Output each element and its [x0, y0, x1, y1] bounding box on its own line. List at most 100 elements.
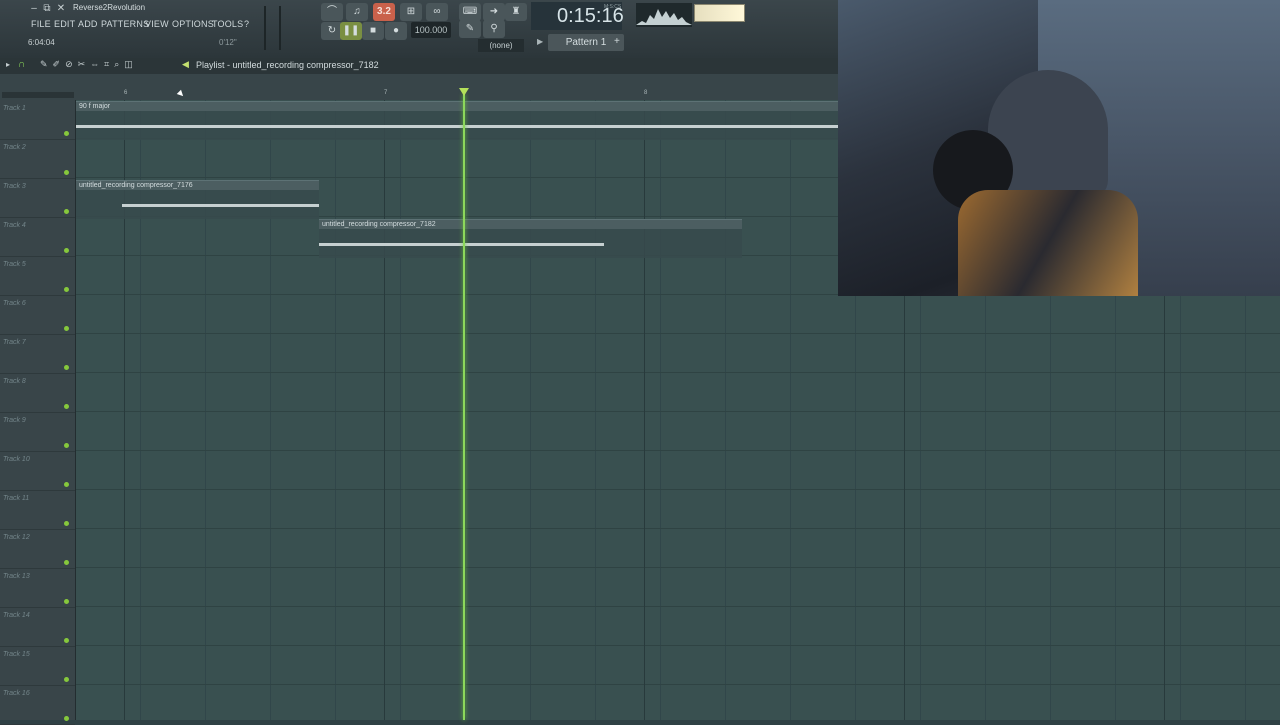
audio-clip[interactable]: 90 f major	[76, 101, 838, 140]
time-unit-label: M:S:CS	[604, 4, 622, 10]
track-mute-led[interactable]	[64, 404, 69, 409]
add-pattern-icon[interactable]: +	[614, 36, 620, 47]
track-mute-led[interactable]	[64, 716, 69, 721]
track-header[interactable]: Track 11	[0, 490, 75, 530]
menu-help[interactable]: ?	[244, 19, 249, 29]
track-header[interactable]: Track 15	[0, 646, 75, 686]
record-mode-button[interactable]: 3.2	[373, 3, 395, 21]
track-header[interactable]: Track 6	[0, 295, 75, 335]
track-mute-led[interactable]	[64, 521, 69, 526]
ruler-bar-7: 7	[384, 90, 388, 96]
track-mute-led[interactable]	[64, 560, 69, 565]
track-header[interactable]: Track 4	[0, 217, 75, 257]
bar-line	[384, 100, 385, 720]
menu-view[interactable]: VIEW	[145, 19, 169, 29]
blend-notes-icon[interactable]: ➜	[483, 3, 505, 21]
track-mute-led[interactable]	[64, 287, 69, 292]
menu-patterns[interactable]: PATTERNS	[101, 19, 149, 29]
pattern-song-toggle-icon[interactable]: ⌒	[321, 3, 343, 21]
track-mute-led[interactable]	[64, 443, 69, 448]
ruler-bar-6: 6	[124, 90, 128, 96]
loop-record-icon[interactable]: ∞	[426, 3, 448, 21]
track-header[interactable]: Track 7	[0, 334, 75, 374]
bar-line	[644, 100, 645, 720]
master-pitch-slider[interactable]	[279, 6, 281, 50]
timeline-ruler[interactable]	[0, 74, 838, 101]
waveform-icon	[636, 9, 692, 25]
track-header[interactable]: Track 2	[0, 139, 75, 179]
track-header[interactable]: Track 3	[0, 178, 75, 218]
minimize-button[interactable]: –	[28, 3, 40, 14]
webcam-person-shirt	[958, 190, 1138, 296]
track-mute-led[interactable]	[64, 209, 69, 214]
track-label: Track 10	[3, 456, 30, 463]
track-mute-led[interactable]	[64, 482, 69, 487]
clip-label: 90 f major	[76, 102, 838, 111]
track-label: Track 13	[3, 573, 30, 580]
track-label: Track 12	[3, 534, 30, 541]
track-mute-led[interactable]	[64, 170, 69, 175]
pattern-selector[interactable]: Pattern 1	[548, 34, 624, 51]
audio-clip[interactable]: untitled_recording compressor_7176	[76, 180, 319, 219]
track-label: Track 5	[3, 261, 26, 268]
menu-options[interactable]: OPTIONS	[172, 19, 214, 29]
pencil-tool-icon[interactable]: ✎	[459, 20, 481, 38]
stop-button[interactable]: ■	[362, 22, 384, 40]
track-header[interactable]: Track 8	[0, 373, 75, 413]
track-mute-led[interactable]	[64, 131, 69, 136]
track-header[interactable]: Track 5	[0, 256, 75, 296]
master-volume-slider[interactable]	[264, 6, 266, 50]
playhead[interactable]	[463, 94, 465, 720]
track-label: Track 4	[3, 222, 26, 229]
tempo-display[interactable]: 100.000	[411, 22, 451, 38]
track-mute-led[interactable]	[64, 599, 69, 604]
ruler-bar-8: 8	[644, 90, 648, 96]
typing-keyboard-icon[interactable]: ⌨	[459, 3, 481, 21]
clip-waveform	[319, 243, 604, 246]
magnet-icon[interactable]: ∩	[18, 59, 25, 70]
track-label: Track 16	[3, 690, 30, 697]
track-label: Track 15	[3, 651, 30, 658]
metronome-icon[interactable]: ♫	[346, 3, 368, 21]
track-label: Track 8	[3, 378, 26, 385]
track-header[interactable]: Track 1	[0, 100, 75, 140]
track-header[interactable]: Track 10	[0, 451, 75, 491]
playlist-menu-icon[interactable]: ▸	[6, 60, 10, 69]
menu-tools[interactable]: TOOLS	[212, 19, 243, 29]
track-label: Track 7	[3, 339, 26, 346]
pause-button[interactable]: ❚❚	[340, 22, 362, 40]
menu-add[interactable]: ADD	[78, 19, 98, 29]
tool-icons[interactable]: ✎✐⊘✂⇔⌗⌕◫	[40, 59, 138, 70]
clip-label: untitled_recording compressor_7176	[76, 181, 319, 190]
track-header[interactable]: Track 13	[0, 568, 75, 608]
track-mute-led[interactable]	[64, 248, 69, 253]
app-title: Reverse2Revolution	[73, 3, 146, 12]
track-header[interactable]: Track 14	[0, 607, 75, 647]
track-mute-led[interactable]	[64, 365, 69, 370]
track-mute-led[interactable]	[64, 326, 69, 331]
close-button[interactable]: ✕	[55, 3, 67, 14]
track-label: Track 2	[3, 144, 26, 151]
hint-bar-left: 6:04:04	[28, 38, 55, 47]
track-mute-led[interactable]	[64, 638, 69, 643]
link-icon[interactable]: ⚲	[483, 20, 505, 38]
restore-button[interactable]: ⧉	[41, 3, 53, 14]
clip-label: untitled_recording compressor_7182	[319, 220, 742, 229]
track-header[interactable]: Track 9	[0, 412, 75, 452]
multilink-icon[interactable]: ♜	[505, 3, 527, 21]
crossfade-stretch-controls[interactable]	[2, 92, 74, 98]
step-edit-icon[interactable]: ⊞	[400, 3, 422, 21]
pattern-prev-icon[interactable]: ▶	[537, 37, 543, 46]
audio-clip[interactable]: untitled_recording compressor_7182	[319, 219, 742, 258]
record-button[interactable]: ●	[385, 22, 407, 40]
speaker-icon: ◀	[182, 59, 189, 69]
track-header[interactable]: Track 12	[0, 529, 75, 569]
track-header[interactable]: Track 16	[0, 685, 75, 725]
track-mute-led[interactable]	[64, 677, 69, 682]
clip-waveform	[122, 204, 319, 207]
menu-edit[interactable]: EDIT	[54, 19, 75, 29]
menu-file[interactable]: FILE	[31, 19, 51, 29]
peak-meter	[694, 4, 745, 22]
snap-selector[interactable]: (none)	[478, 39, 524, 52]
playhead-marker-icon[interactable]	[459, 88, 469, 96]
